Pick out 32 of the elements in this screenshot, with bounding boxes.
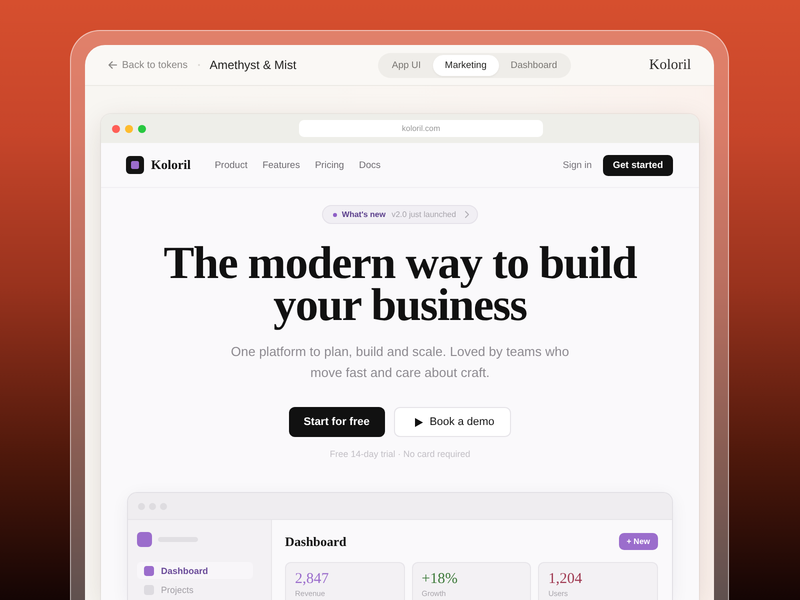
nav-link[interactable]: Pricing [314,160,344,170]
dashboard-title: Dashboard [285,534,346,550]
arrow-left-icon [108,61,117,69]
trial-note: Free 14-day trial · No card required [330,449,470,459]
address-field[interactable]: koloril.com [299,120,543,137]
play-icon [414,418,423,426]
get-started-button[interactable]: Get started [602,154,673,176]
new-button[interactable]: + New [618,533,658,550]
sign-in-link[interactable]: Sign in [562,160,592,170]
sidebar-item[interactable]: Dashboard [137,562,253,579]
stat-value: 2,847 [295,570,330,588]
brand-name: Koloril [151,157,191,173]
stat-value: +18% [422,570,459,588]
hero-subtitle: One platform to plan, build and scale. Loved by teams who move fast and care about craft. [230,343,570,382]
chevron-right-icon [465,211,470,218]
back-link[interactable]: Back to tokens [108,60,188,70]
demo-button[interactable]: Book a demo [394,407,512,437]
announcement-pill[interactable]: What's new v2.0 just launched [322,205,478,224]
brand-wordmark: Koloril [649,56,691,74]
dot-icon [332,212,337,216]
logo-icon [126,156,144,174]
nav-link[interactable]: Features [262,160,300,170]
tab[interactable]: Dashboard [498,54,570,76]
square-icon [144,566,154,576]
page-title: Amethyst & Mist [210,58,296,72]
tab[interactable]: App UI [380,54,433,76]
tab[interactable]: Marketing [432,54,499,76]
nav-link[interactable]: Docs [359,160,381,170]
app-logo-icon [137,532,152,547]
nav-link[interactable]: Product [214,160,248,170]
stat-value: 1,204 [548,570,584,588]
start-button[interactable]: Start for free [288,407,385,437]
